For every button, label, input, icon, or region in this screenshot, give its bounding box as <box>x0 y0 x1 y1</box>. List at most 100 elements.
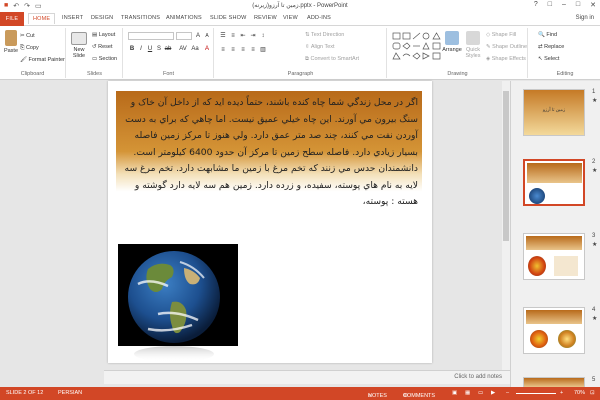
section-button[interactable]: ▭ Section <box>92 56 117 62</box>
language-indicator[interactable]: PERSIAN <box>58 390 82 396</box>
shape-outline-button[interactable]: ✎ Shape Outline <box>486 44 527 50</box>
underline-icon[interactable]: U <box>146 45 154 53</box>
select-button[interactable]: ↖ Select <box>538 56 559 62</box>
zoom-level[interactable]: 70% <box>574 390 585 396</box>
format-painter-label: Format Painter <box>28 57 65 63</box>
animation-star-icon: ★ <box>592 316 598 322</box>
align-left-icon[interactable]: ≡ <box>219 46 227 54</box>
tab-transitions[interactable]: TRANSITIONS <box>121 15 160 21</box>
reset-button[interactable]: ↺ Reset <box>92 44 113 50</box>
format-painter-button[interactable]: 🖌 Format Painter <box>20 57 65 63</box>
zoom-slider[interactable] <box>516 393 556 394</box>
reading-view-icon[interactable]: ▭ <box>478 390 483 396</box>
help-icon[interactable]: ? <box>534 1 538 9</box>
shadow-icon[interactable]: S <box>155 45 163 53</box>
text-direction-label: Text Direction <box>311 32 345 38</box>
font-group: A A B I U S ab AV Aa A Font <box>124 28 214 78</box>
smartart-button[interactable]: ⧉ Convert to SmartArt <box>305 56 359 63</box>
thumbnail-layers-image <box>528 256 546 276</box>
notes-pane[interactable]: Click to add notes <box>104 370 510 384</box>
italic-icon[interactable]: I <box>137 45 145 53</box>
ribbon-tabs: FILE HOME INSERT DESIGN TRANSITIONS ANIM… <box>0 12 600 26</box>
paragraph-group-label: Paragraph <box>287 71 314 77</box>
zoom-in-icon[interactable]: + <box>560 390 563 396</box>
slides-group-label: Slides <box>87 71 102 77</box>
columns-icon[interactable]: ▥ <box>259 46 267 54</box>
shrink-font-icon[interactable]: A <box>203 32 211 40</box>
case-icon[interactable]: Aa <box>191 45 199 53</box>
current-slide[interactable]: اگر در محل زندگي شما چاه کنده باشند، حتم… <box>108 81 432 363</box>
new-slide-button[interactable]: New Slide <box>69 32 89 59</box>
sign-in-link[interactable]: Sign in <box>576 15 594 21</box>
shape-fill-button[interactable]: ◇ Shape Fill <box>486 32 516 38</box>
layout-icon: ▤ <box>92 32 99 38</box>
find-label: Find <box>546 32 558 38</box>
tab-design[interactable]: DESIGN <box>91 15 113 21</box>
tab-addins[interactable]: ADD-INS <box>307 15 331 21</box>
undo-icon[interactable]: ↶ <box>13 2 19 10</box>
strikethrough-icon[interactable]: ab <box>164 45 172 53</box>
quick-styles-button[interactable]: Quick Styles <box>462 31 484 59</box>
tab-view[interactable]: VIEW <box>283 15 298 21</box>
slide-thumbnail-3[interactable] <box>523 233 585 280</box>
font-color-icon[interactable]: A <box>203 45 211 53</box>
copy-button[interactable]: ⎘ Copy <box>20 45 39 52</box>
shapes-gallery[interactable] <box>392 32 442 60</box>
align-text-button[interactable]: ⇳ Align Text <box>305 44 335 50</box>
replace-button[interactable]: ⇄ Replace <box>538 44 564 50</box>
justify-icon[interactable]: ≡ <box>249 46 257 54</box>
tab-home[interactable]: HOME <box>28 13 56 24</box>
earth-image[interactable] <box>118 244 238 364</box>
thumbnail-diagram <box>554 256 578 276</box>
save-icon[interactable]: ■ <box>4 2 8 10</box>
cut-button[interactable]: ✂ Cut <box>20 33 35 39</box>
fit-slide-icon[interactable]: ⊡ <box>590 390 595 396</box>
spacing-icon[interactable]: AV <box>179 45 187 53</box>
align-center-icon[interactable]: ≡ <box>229 46 237 54</box>
shape-effects-button[interactable]: ◈ Shape Effects <box>486 56 526 62</box>
slide-thumbnail-1[interactable]: زمین تا آرزو <box>523 89 585 136</box>
scrollbar-thumb[interactable] <box>503 91 509 241</box>
text-direction-button[interactable]: ⇅ Text Direction <box>305 32 344 38</box>
zoom-out-icon[interactable]: – <box>506 390 509 396</box>
maximize-icon[interactable]: □ <box>576 1 580 9</box>
tab-slideshow[interactable]: SLIDE SHOW <box>210 15 247 21</box>
close-icon[interactable]: ✕ <box>590 1 596 9</box>
tab-insert[interactable]: INSERT <box>62 15 83 21</box>
bold-icon[interactable]: B <box>128 45 136 53</box>
tab-review[interactable]: REVIEW <box>254 15 277 21</box>
select-label: Select <box>544 56 560 62</box>
thumbnail-title: زمین تا آرزو <box>542 107 566 112</box>
numbering-icon[interactable]: ≡ <box>229 32 237 40</box>
font-size-dropdown[interactable] <box>176 32 192 40</box>
minimize-icon[interactable]: – <box>562 1 566 9</box>
editing-group-label: Editing <box>556 71 574 77</box>
font-name-dropdown[interactable] <box>128 32 174 40</box>
new-slide-label: New Slide <box>72 47 86 59</box>
normal-view-icon[interactable]: ▣ <box>452 390 457 396</box>
align-right-icon[interactable]: ≡ <box>239 46 247 54</box>
start-from-beginning-icon[interactable]: ▭ <box>35 2 42 10</box>
paste-button[interactable]: Paste <box>2 30 20 54</box>
tab-file[interactable]: FILE <box>0 12 24 26</box>
slide-sorter-icon[interactable]: ▦ <box>465 390 470 396</box>
thumbnail-number: 5 <box>592 377 596 383</box>
grow-font-icon[interactable]: A <box>194 32 202 40</box>
slideshow-icon[interactable]: ▶ <box>491 390 495 396</box>
find-button[interactable]: 🔍 Find <box>538 32 557 38</box>
slide-thumbnail-5[interactable] <box>523 377 585 387</box>
line-spacing-icon[interactable]: ↕ <box>259 32 267 40</box>
slide-body-text[interactable]: اگر در محل زندگي شما چاه کنده باشند، حتم… <box>122 95 418 211</box>
increase-indent-icon[interactable]: ⇥ <box>249 32 257 40</box>
thumbnail-earth-image <box>529 188 545 204</box>
vertical-scrollbar[interactable] <box>502 81 510 370</box>
slide-thumbnail-2[interactable] <box>523 159 585 206</box>
tab-animations[interactable]: ANIMATIONS <box>166 15 202 21</box>
bullets-icon[interactable]: ☰ <box>219 32 227 40</box>
decrease-indent-icon[interactable]: ⇤ <box>239 32 247 40</box>
arrange-button[interactable]: Arrange <box>442 31 462 53</box>
slide-thumbnail-4[interactable] <box>523 307 585 354</box>
ribbon-display-icon[interactable]: □ <box>548 1 552 9</box>
layout-button[interactable]: ▤ Layout <box>92 32 115 38</box>
redo-icon[interactable]: ↷ <box>24 2 30 10</box>
